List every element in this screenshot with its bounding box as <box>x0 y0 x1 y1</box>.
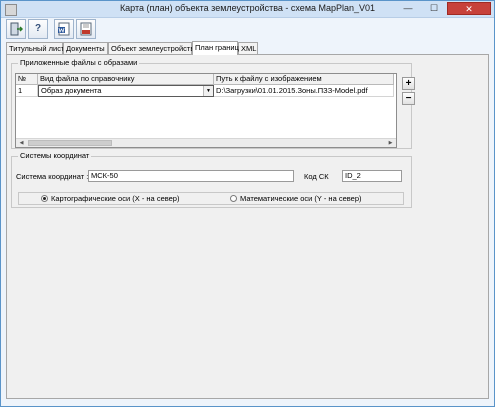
remove-file-button[interactable]: − <box>402 92 415 105</box>
chevron-down-icon[interactable]: ▼ <box>203 86 213 96</box>
coordinate-system-field[interactable]: МСК-50 <box>88 170 294 182</box>
scroll-left-icon[interactable]: ◀ <box>17 139 26 147</box>
tab-xml[interactable]: XML <box>238 42 258 54</box>
radio-cartographic-axes[interactable] <box>41 195 48 202</box>
column-header-file-path[interactable]: Путь к файлу с изображением <box>214 74 394 85</box>
tab-documents[interactable]: Документы <box>63 42 108 54</box>
export-word-button[interactable] <box>54 19 74 39</box>
coordinate-system-label: Система координат : <box>16 172 89 181</box>
tab-boundary-plan[interactable]: План границ <box>192 41 239 55</box>
coordinate-system-code-label: Код СК <box>304 172 329 181</box>
radio-cartographic-axes-label[interactable]: Картографические оси (X - на север) <box>51 194 179 203</box>
row-1-file-type-value: Образ документа <box>41 86 102 95</box>
radio-mathematical-axes-label[interactable]: Математические оси (Y - на север) <box>240 194 361 203</box>
word-document-icon <box>58 22 70 36</box>
row-1-file-type-select[interactable]: Образ документа ▼ <box>38 85 214 97</box>
coordinate-systems-title: Системы координат <box>18 151 92 160</box>
scroll-right-icon[interactable]: ▶ <box>386 139 395 147</box>
exit-button[interactable] <box>6 19 26 39</box>
row-1-file-path[interactable]: D:\Загрузки\01.01.2015.Зоны.ПЗЗ-Model.pd… <box>214 85 394 97</box>
row-1-number[interactable]: 1 <box>16 85 38 97</box>
coordinate-system-code-field[interactable]: ID_2 <box>342 170 402 182</box>
help-icon: ? <box>34 23 42 34</box>
horizontal-scrollbar[interactable]: ◀ ▶ <box>16 138 396 147</box>
minimize-button[interactable]: — <box>395 2 421 15</box>
column-header-file-type[interactable]: Вид файла по справочнику <box>38 74 214 85</box>
exit-door-icon <box>10 22 23 36</box>
add-file-button[interactable]: + <box>402 77 415 90</box>
column-header-number[interactable]: № <box>16 74 38 85</box>
pdf-document-icon <box>80 22 92 36</box>
coordinate-systems-group: Системы координат Система координат : МС… <box>11 151 412 208</box>
toolbar: ? <box>6 19 486 41</box>
attached-files-grid[interactable]: № Вид файла по справочнику Путь к файлу … <box>15 73 397 148</box>
maximize-button[interactable]: ☐ <box>421 2 447 15</box>
boundary-plan-panel: Приложенные файлы с образами № Вид файла… <box>6 54 489 399</box>
export-pdf-button[interactable] <box>76 19 96 39</box>
title-bar[interactable]: Карта (план) объекта землеустройства - с… <box>1 1 494 18</box>
tab-land-object[interactable]: Объект землеустройства <box>108 42 198 54</box>
tab-title-sheet[interactable]: Титульный лист <box>6 42 64 54</box>
close-button[interactable]: ✕ <box>447 2 491 15</box>
scroll-thumb[interactable] <box>28 140 112 146</box>
app-window: Карта (план) объекта землеустройства - с… <box>0 0 495 407</box>
attached-files-group: Приложенные файлы с образами № Вид файла… <box>11 58 415 149</box>
attached-files-title: Приложенные файлы с образами <box>18 58 140 67</box>
radio-mathematical-axes[interactable] <box>230 195 237 202</box>
axes-orientation-options: Картографические оси (X - на север) Мате… <box>18 192 404 205</box>
help-button[interactable]: ? <box>28 19 48 39</box>
